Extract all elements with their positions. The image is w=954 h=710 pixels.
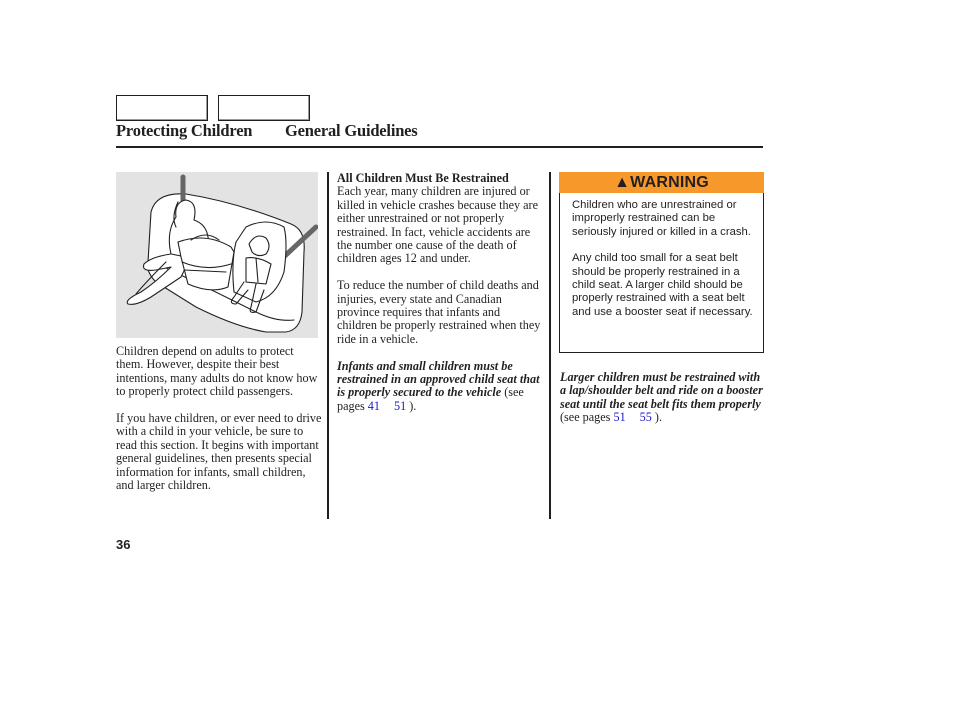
intro-column: Children depend on adults to protect the…: [116, 344, 322, 506]
warning-header: ▲WARNING: [559, 172, 764, 193]
restraint-column: All Children Must Be Restrained Each yea…: [337, 171, 543, 427]
nav-tab-box-1[interactable]: [116, 95, 208, 121]
nav-tab-box-2[interactable]: [218, 95, 310, 121]
column-divider-1: [327, 172, 329, 519]
ref-prefix: (see pages: [560, 410, 614, 425]
warning-title: WARNING: [630, 174, 709, 191]
warning-body: Children who are unrestrained or imprope…: [572, 199, 757, 332]
warning-triangle-icon: ▲: [614, 174, 631, 191]
ref-suffix: ).: [406, 398, 417, 413]
intro-paragraph-1: Children depend on adults to protect the…: [116, 344, 318, 399]
column-divider-2: [549, 172, 551, 519]
header-rule: [116, 146, 763, 148]
section-title: Protecting Children: [116, 121, 253, 140]
child-seat-illustration: [116, 172, 319, 338]
warning-paragraph-2: Any child too small for a seat belt shou…: [572, 252, 753, 318]
restraint-paragraph-2: To reduce the number of child deaths and…: [337, 278, 541, 346]
restraint-paragraph-1: Each year, many children are injured or …: [337, 184, 538, 266]
page-link-end[interactable]: 51: [394, 399, 406, 413]
page-number: 36: [116, 537, 131, 552]
larger-children-paragraph: Larger children must be restrained with …: [560, 370, 766, 425]
warning-paragraph-1: Children who are unrestrained or imprope…: [572, 199, 751, 238]
larger-children-note: Larger children must be restrained with …: [560, 370, 766, 438]
ref-suffix: ).: [651, 410, 662, 425]
subsection-title: General Guidelines: [285, 121, 418, 140]
page-link-end[interactable]: 55: [640, 410, 652, 424]
page-link-start[interactable]: 51: [613, 410, 625, 424]
page-link-start[interactable]: 41: [368, 399, 380, 413]
intro-paragraph-2: If you have children, or ever need to dr…: [116, 411, 322, 493]
larger-children-emphasis: Larger children must be restrained with …: [560, 370, 763, 411]
restraint-heading: All Children Must Be Restrained: [337, 171, 509, 185]
child-seat-illustration-drawing: [126, 174, 319, 333]
restraint-emphasis-paragraph: Infants and small children must be restr…: [337, 359, 543, 414]
